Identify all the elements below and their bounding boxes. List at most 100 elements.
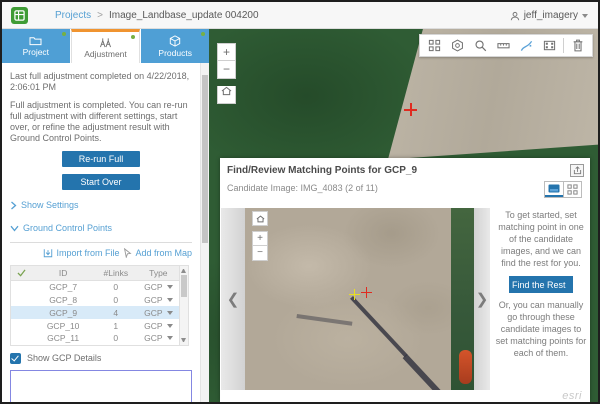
- viewer-home-button[interactable]: [252, 211, 268, 226]
- cell-links: 0: [94, 332, 138, 345]
- previous-image-button[interactable]: ❮: [221, 208, 245, 390]
- rerun-full-button[interactable]: Re-run Full: [62, 151, 140, 167]
- header-check-cell[interactable]: [11, 265, 33, 280]
- import-from-file-link[interactable]: Import from File: [43, 248, 119, 259]
- pole-shadow: [350, 296, 407, 357]
- table-row-gcp8[interactable]: GCP_8 0 GCP: [11, 293, 180, 306]
- map-canvas[interactable]: + −: [209, 29, 598, 402]
- adjustment-description: Full adjustment is completed. You can re…: [10, 100, 192, 144]
- candidate-image-label: Candidate Image: IMG_4083 (2 of 11): [227, 183, 378, 193]
- gcp-table-scrollbar[interactable]: [180, 265, 189, 346]
- cube-icon: [169, 35, 181, 47]
- column-header-type[interactable]: Type: [138, 265, 180, 280]
- candidate-image[interactable]: + −: [245, 208, 474, 390]
- single-image-view-toggle[interactable]: [545, 182, 563, 197]
- image-windows-icon[interactable]: [538, 35, 561, 56]
- cell-id: GCP_9: [32, 306, 94, 319]
- pole-shadow: [403, 354, 456, 390]
- row-select-cell[interactable]: [11, 332, 33, 345]
- row-select-cell[interactable]: [11, 280, 33, 293]
- start-over-button[interactable]: Start Over: [62, 174, 140, 190]
- matching-point-yellow-cross[interactable]: [349, 289, 360, 300]
- cell-type-dropdown[interactable]: GCP: [138, 280, 180, 293]
- image-view-icon: [548, 184, 560, 193]
- scrollbar-thumb[interactable]: [202, 75, 208, 243]
- cell-links: 0: [94, 280, 138, 293]
- cell-type-dropdown[interactable]: GCP: [138, 319, 180, 332]
- gcp-marker-red-cross[interactable]: [404, 103, 417, 116]
- show-settings-toggle[interactable]: Show Settings: [10, 200, 192, 211]
- panel-tabbar: Project Adjustment Products: [2, 29, 209, 63]
- check-icon: [17, 269, 26, 277]
- row-select-cell[interactable]: [11, 319, 33, 332]
- cell-links: 4: [94, 306, 138, 319]
- tab-products[interactable]: Products: [141, 29, 209, 63]
- tab-label: Adjustment: [84, 49, 127, 59]
- viewer-zoom-in-button[interactable]: +: [252, 231, 268, 246]
- search-icon[interactable]: [469, 35, 492, 56]
- user-chevron-down-icon: [582, 14, 588, 18]
- table-row-gcp10[interactable]: GCP_10 1 GCP: [11, 319, 180, 332]
- sketch-gcp-icon[interactable]: [515, 35, 538, 56]
- tab-label: Products: [158, 48, 192, 58]
- viewer-zoom-out-button[interactable]: −: [252, 246, 268, 261]
- grid-view-toggle[interactable]: [563, 182, 581, 197]
- status-dot: [62, 32, 66, 36]
- cell-id: GCP_11: [32, 332, 94, 345]
- cell-type-dropdown[interactable]: GCP: [138, 293, 180, 306]
- scroll-down-icon[interactable]: [181, 338, 186, 342]
- scrollbar-thumb[interactable]: [181, 275, 187, 297]
- user-icon: [510, 11, 520, 21]
- esri-watermark: esri: [562, 390, 582, 402]
- map-zoom-in-button[interactable]: +: [217, 43, 236, 61]
- matching-panel-title: Find/Review Matching Points for GCP_9: [227, 165, 417, 176]
- cell-type-dropdown[interactable]: GCP: [138, 332, 180, 345]
- chevron-right-icon: [10, 201, 17, 210]
- image-orange-object: [459, 350, 472, 384]
- import-file-icon: [43, 248, 53, 258]
- username-label: jeff_imagery: [524, 10, 578, 21]
- show-gcp-details-checkbox[interactable]: [10, 353, 21, 364]
- breadcrumb-projects-link[interactable]: Projects: [55, 10, 91, 21]
- adjustment-panel-content: Last full adjustment completed on 4/22/2…: [2, 63, 200, 402]
- expand-panel-button[interactable]: [570, 164, 584, 177]
- row-select-cell[interactable]: [11, 293, 33, 306]
- tab-adjustment[interactable]: Adjustment: [71, 29, 141, 63]
- tab-project[interactable]: Project: [2, 29, 70, 63]
- toolbar-divider: [563, 38, 564, 53]
- last-adjustment-status: Last full adjustment completed on 4/22/2…: [10, 71, 192, 93]
- table-row-gcp9-selected[interactable]: GCP_9 4 GCP: [11, 306, 180, 319]
- expand-icon: [573, 166, 582, 175]
- next-image-button[interactable]: ❯: [474, 208, 490, 390]
- basemap-hexagon-icon[interactable]: [446, 35, 469, 56]
- trash-icon[interactable]: [566, 35, 589, 56]
- column-header-id[interactable]: ID: [32, 265, 94, 280]
- left-panel-scrollbar[interactable]: [200, 63, 209, 402]
- column-header-links[interactable]: #Links: [94, 265, 138, 280]
- type-caret-icon: [167, 298, 173, 302]
- tab-label: Project: [23, 47, 49, 57]
- grid-view-icon: [567, 184, 578, 195]
- apps-grid-icon[interactable]: [423, 35, 446, 56]
- table-row-gcp11[interactable]: GCP_11 0 GCP: [11, 332, 180, 345]
- find-the-rest-button[interactable]: Find the Rest: [509, 276, 573, 293]
- matching-points-panel: Find/Review Matching Points for GCP_9 Ca…: [220, 158, 590, 402]
- add-from-map-link[interactable]: Add from Map: [123, 248, 192, 259]
- scroll-up-icon[interactable]: [181, 269, 186, 273]
- table-row-gcp7[interactable]: GCP_7 0 GCP: [11, 280, 180, 293]
- viewer-controls: + −: [252, 211, 268, 261]
- user-menu[interactable]: jeff_imagery: [510, 2, 588, 29]
- map-home-button[interactable]: [217, 86, 236, 104]
- cell-type-dropdown[interactable]: GCP: [138, 306, 180, 319]
- status-dot: [201, 32, 205, 36]
- app-logo-icon[interactable]: [11, 7, 28, 24]
- map-zoom-out-button[interactable]: −: [217, 61, 236, 79]
- cell-id: GCP_10: [32, 319, 94, 332]
- measure-icon[interactable]: [492, 35, 515, 56]
- cell-id: GCP_7: [32, 280, 94, 293]
- gcp-section-toggle[interactable]: Ground Control Points: [10, 223, 192, 234]
- gcp-red-cross[interactable]: [361, 287, 372, 298]
- type-caret-icon: [167, 324, 173, 328]
- home-icon: [256, 215, 265, 223]
- row-select-cell[interactable]: [11, 306, 33, 319]
